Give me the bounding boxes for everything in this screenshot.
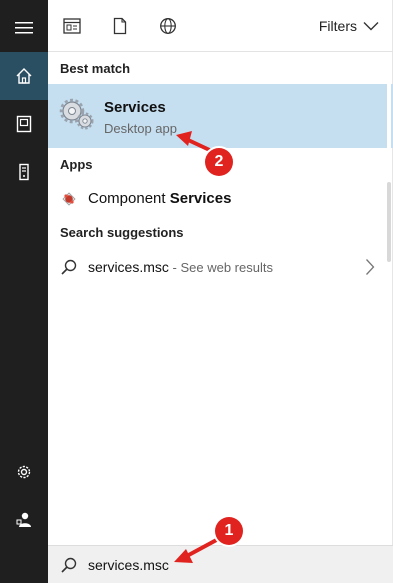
suggestion-result-web[interactable]: services.msc - See web results <box>48 252 393 282</box>
search-box[interactable] <box>48 545 393 583</box>
app-result-component-services[interactable]: Component Services <box>48 184 393 214</box>
left-rail <box>0 0 48 583</box>
menu-icon <box>15 22 33 34</box>
settings-button[interactable] <box>0 448 48 496</box>
chevron-right-icon[interactable] <box>365 258 375 276</box>
documents-button[interactable] <box>0 100 48 148</box>
search-icon <box>61 259 77 275</box>
settings-icon <box>17 465 31 479</box>
suggestion-text: services.msc - See web results <box>88 259 273 275</box>
best-match-result[interactable]: Services Desktop app <box>48 84 393 148</box>
best-match-title: Services <box>104 99 166 116</box>
menu-button[interactable] <box>0 4 48 52</box>
search-icon <box>61 557 77 573</box>
top-bar: Filters <box>48 0 393 52</box>
annotation-callout-1: 1 <box>215 517 243 545</box>
search-suggestions-heading: Search suggestions <box>60 225 184 240</box>
web-filter-button[interactable] <box>158 16 178 36</box>
user-icon <box>16 512 31 527</box>
documents-filter-button[interactable] <box>110 16 130 36</box>
scrollbar-thumb[interactable] <box>387 182 391 262</box>
apps-heading: Apps <box>60 157 93 172</box>
tower-button[interactable] <box>0 148 48 196</box>
search-results-panel: Filters Best match Services Desktop app … <box>48 0 393 583</box>
chevron-down-icon <box>363 22 379 31</box>
home-button[interactable] <box>0 52 48 100</box>
best-match-heading: Best match <box>60 61 131 76</box>
apps-icon <box>63 18 81 34</box>
gears-icon <box>59 98 94 130</box>
filters-label: Filters <box>318 18 357 34</box>
tower-icon <box>19 163 29 181</box>
user-button[interactable] <box>0 496 48 544</box>
results-scrollbar[interactable] <box>387 52 391 542</box>
document-icon <box>113 17 127 35</box>
best-match-subtitle: Desktop app <box>104 121 177 136</box>
filters-dropdown[interactable]: Filters <box>319 18 379 34</box>
documents-icon <box>16 115 32 133</box>
app-result-label: Component Services <box>88 190 232 207</box>
annotation-callout-2: 2 <box>205 148 233 176</box>
apps-filter-button[interactable] <box>62 16 82 36</box>
home-icon <box>16 68 32 84</box>
component-services-icon <box>62 192 76 206</box>
search-input[interactable] <box>88 554 378 576</box>
web-icon <box>160 18 176 34</box>
